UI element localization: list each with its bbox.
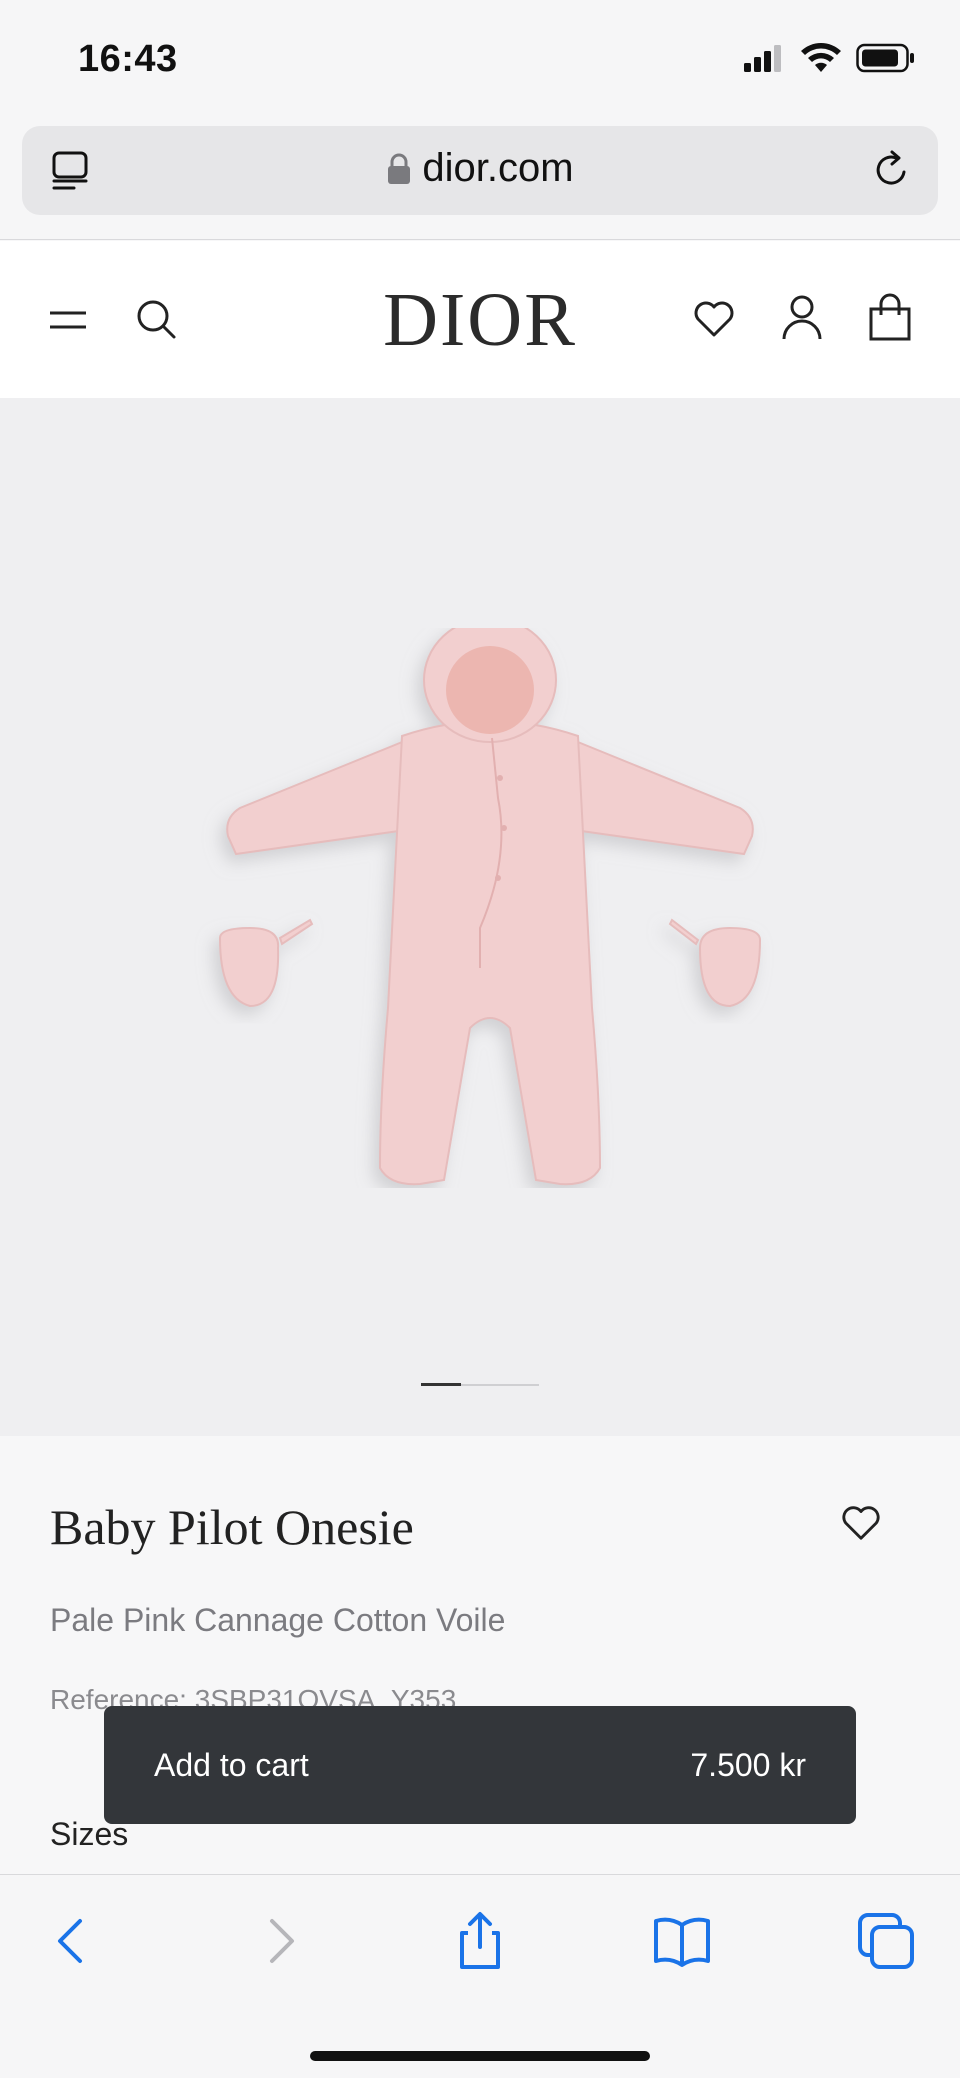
bookmarks-icon[interactable] bbox=[652, 1911, 712, 1971]
browser-toolbar bbox=[0, 1874, 960, 2078]
back-icon[interactable] bbox=[42, 1911, 102, 1971]
account-icon[interactable] bbox=[780, 293, 824, 341]
wishlist-heart-icon[interactable] bbox=[692, 297, 736, 341]
share-icon[interactable] bbox=[450, 1911, 510, 1971]
add-to-cart-label: Add to cart bbox=[154, 1746, 309, 1783]
add-to-cart-button[interactable]: Add to cart 7.500 kr bbox=[104, 1706, 856, 1824]
lock-icon bbox=[388, 153, 411, 184]
product-title: Baby Pilot Onesie bbox=[50, 1499, 414, 1555]
url-text: dior.com bbox=[422, 146, 574, 190]
carousel-indicator bbox=[421, 1383, 539, 1386]
carousel-indicator-active bbox=[421, 1383, 461, 1386]
home-indicator bbox=[310, 2051, 650, 2061]
reload-icon[interactable] bbox=[870, 148, 914, 192]
shopping-bag-icon[interactable] bbox=[868, 293, 912, 341]
battery-icon bbox=[856, 43, 914, 73]
cellular-signal-icon bbox=[744, 45, 781, 72]
add-to-wishlist-heart-icon[interactable] bbox=[840, 1502, 882, 1544]
product-subtitle: Pale Pink Cannage Cotton Voile bbox=[50, 1602, 506, 1638]
status-time: 16:43 bbox=[78, 38, 178, 80]
address-bar[interactable]: dior.com bbox=[22, 126, 938, 215]
wifi-icon bbox=[801, 43, 841, 72]
site-header: DIOR bbox=[0, 241, 960, 398]
tabs-icon[interactable] bbox=[856, 1911, 916, 1971]
product-image bbox=[218, 628, 762, 1186]
product-image-carousel[interactable] bbox=[0, 398, 960, 1436]
browser-address-area: dior.com bbox=[0, 120, 960, 240]
status-bar: 16:43 bbox=[0, 0, 960, 120]
product-price: 7.500 kr bbox=[690, 1746, 806, 1783]
forward-icon[interactable] bbox=[250, 1911, 310, 1971]
status-icons bbox=[742, 42, 916, 74]
url-display[interactable]: dior.com bbox=[22, 146, 938, 191]
